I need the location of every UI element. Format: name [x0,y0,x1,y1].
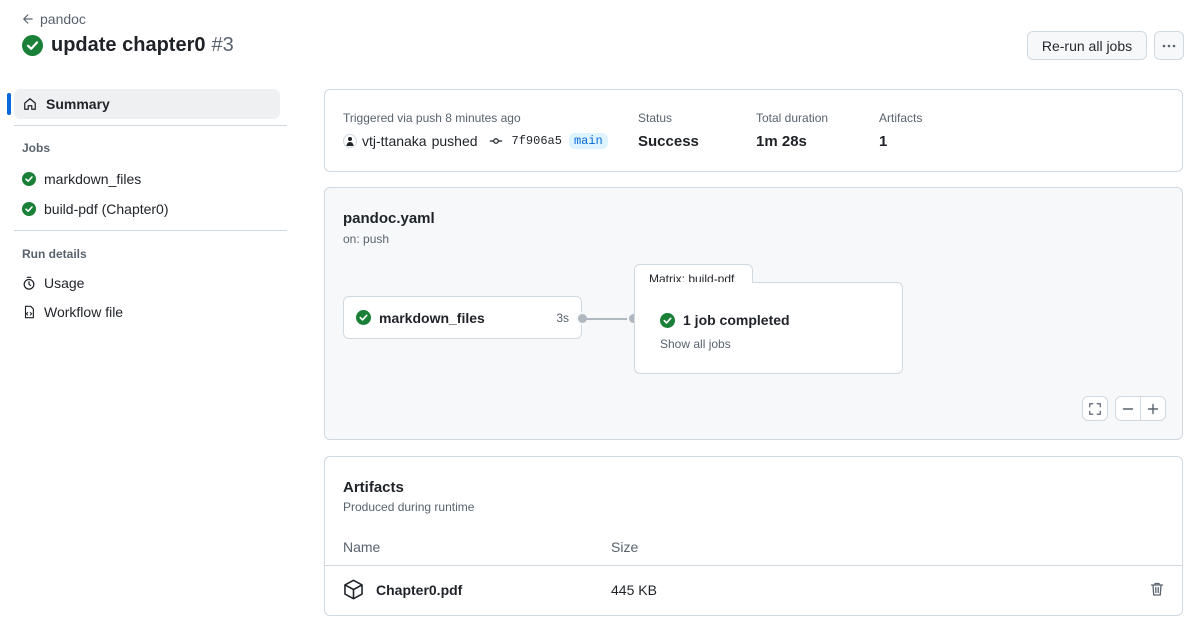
check-circle-fill-icon [660,312,675,328]
artifacts-card: Artifacts Produced during runtime Name S… [324,456,1183,616]
sidebar-divider [14,125,287,126]
job-node-label: markdown_files [379,309,485,326]
sidebar-divider [14,230,287,231]
file-code-icon [24,305,34,319]
status-value: Success [638,133,699,150]
more-options-button[interactable] [1154,31,1184,60]
check-circle-fill-icon [22,202,36,216]
trigger-details: vtj-ttanaka pushed 7f906a5 main [343,133,608,149]
rerun-all-jobs-button[interactable]: Re-run all jobs [1027,31,1147,60]
check-circle-fill-icon [22,35,43,56]
dash-icon [1122,407,1134,410]
status-label: Status [638,111,673,125]
page-title: update chapter0 #3 [22,34,234,57]
active-marker [7,93,11,115]
zoom-controls [1115,396,1166,421]
back-link-label: pandoc [40,11,86,27]
kebab-horizontal-icon [1162,44,1176,47]
action-text: pushed [431,133,478,149]
artifacts-subtitle: Produced during runtime [343,500,475,514]
artifacts-label: Artifacts [879,111,923,125]
artifacts-title: Artifacts [343,479,404,496]
arrow-left-icon [23,14,33,24]
package-icon [344,579,363,600]
run-summary-card: Triggered via push 8 minutes ago vtj-tta… [324,89,1183,172]
sidebar-item-label: build-pdf (Chapter0) [44,201,169,217]
column-header-name: Name [343,539,381,555]
check-circle-fill-icon [356,310,371,325]
zoom-in-button[interactable] [1141,397,1165,420]
sidebar-item-job-build-pdf[interactable]: build-pdf (Chapter0) [22,201,169,217]
git-commit-icon [489,138,502,144]
matrix-summary-label: 1 job completed [683,312,790,328]
workflow-graph-card: pandoc.yaml on: push markdown_files 3s M… [324,187,1183,440]
sidebar-item-summary[interactable]: Summary [14,89,280,119]
sidebar-item-label: Usage [44,275,85,291]
table-row: Chapter0.pdf [343,579,462,600]
sidebar-item-usage[interactable]: Usage [22,275,84,291]
job-duration: 3s [556,310,569,325]
workflow-trigger: on: push [343,232,390,246]
fit-to-screen-button[interactable] [1082,396,1108,421]
sidebar-item-job-markdown-files[interactable]: markdown_files [22,171,141,187]
artifacts-count: 1 [879,133,888,150]
duration-value: 1m 28s [756,133,807,150]
jobs-heading: Jobs [22,141,51,155]
zoom-out-button[interactable] [1116,397,1140,420]
run-number: #3 [211,34,234,56]
check-circle-fill-icon [22,172,36,186]
branch-badge[interactable]: main [568,133,608,149]
column-header-size: Size [611,539,639,555]
actor-link[interactable]: vtj-ttanaka [362,133,427,149]
stopwatch-icon [23,276,35,290]
plus-icon [1147,403,1159,414]
matrix-jobs-summary[interactable]: 1 job completed [660,312,790,328]
trash-icon[interactable] [1149,581,1165,597]
trigger-label: Triggered via push 8 minutes ago [343,111,521,125]
run-title: update chapter0 [51,34,206,56]
avatar[interactable] [343,134,357,148]
screen-full-icon [1089,402,1101,415]
back-link[interactable]: pandoc [22,11,86,27]
sidebar-item-label: Summary [46,96,110,112]
duration-label: Total duration [756,111,829,125]
sidebar-item-workflow-file[interactable]: Workflow file [22,304,123,320]
commit-sha-link[interactable]: 7f906a5 [512,134,562,148]
user-avatar-icon [346,137,354,146]
sidebar-item-label: markdown_files [44,171,142,187]
run-details-heading: Run details [22,247,87,261]
home-icon [24,98,36,110]
artifact-size: 445 KB [611,582,657,598]
matrix-group: 1 job completed Show all jobs [634,282,903,374]
workflow-name: pandoc.yaml [343,210,435,227]
sidebar-item-label: Workflow file [44,304,124,320]
job-node-markdown-files[interactable]: markdown_files 3s [343,296,582,339]
table-divider [325,565,1182,566]
show-all-jobs-link[interactable]: Show all jobs [660,337,731,351]
artifact-name-link[interactable]: Chapter0.pdf [376,582,462,598]
matrix-tab-joint [635,282,752,284]
